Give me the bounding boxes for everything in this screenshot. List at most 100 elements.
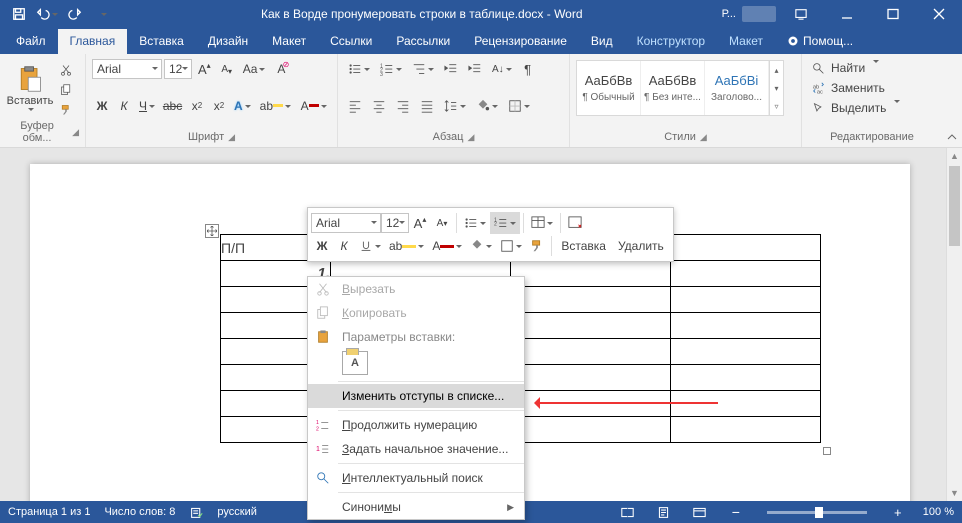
mini-format-painter-icon[interactable] <box>526 235 548 257</box>
zoom-out-button[interactable]: − <box>725 503 747 521</box>
mini-shrink-font-icon[interactable]: A▾ <box>431 212 453 234</box>
shading-icon[interactable] <box>472 96 502 116</box>
mini-highlight-icon[interactable]: ab <box>385 235 428 257</box>
styles-more-icon[interactable]: ▴▾▿ <box>769 61 783 115</box>
tab-insert[interactable]: Вставка <box>127 29 196 54</box>
mini-bold[interactable]: Ж <box>311 235 333 257</box>
status-language[interactable]: русский <box>217 506 256 518</box>
tab-layout[interactable]: Макет <box>260 29 318 54</box>
scroll-up-icon[interactable]: ▲ <box>947 148 962 164</box>
ctx-synonyms[interactable]: Синонимы ▶ <box>308 495 524 519</box>
status-page[interactable]: Страница 1 из 1 <box>8 506 90 518</box>
zoom-slider[interactable] <box>767 511 867 514</box>
zoom-in-button[interactable]: + <box>887 503 909 521</box>
find-button[interactable]: Найти <box>808 58 936 78</box>
table-resize-handle[interactable] <box>823 447 831 455</box>
qat-customize-icon[interactable] <box>90 2 116 26</box>
mini-borders-icon[interactable] <box>496 235 526 257</box>
indent-icon[interactable] <box>464 59 486 79</box>
outdent-icon[interactable] <box>440 59 462 79</box>
tab-table-layout[interactable]: Макет <box>717 29 775 54</box>
tab-view[interactable]: Вид <box>579 29 625 54</box>
undo-icon[interactable] <box>34 2 60 26</box>
scroll-thumb[interactable] <box>949 166 960 246</box>
borders-icon[interactable] <box>504 96 534 116</box>
font-name-combo[interactable]: Arial <box>92 59 162 79</box>
align-right-icon[interactable] <box>392 96 414 116</box>
ctx-copy[interactable]: Копировать <box>308 301 524 325</box>
font-dialog-icon[interactable]: ◢ <box>228 132 235 143</box>
zoom-level[interactable]: 100 % <box>923 506 954 518</box>
tell-me[interactable]: Помощ... <box>775 29 865 54</box>
tab-references[interactable]: Ссылки <box>318 29 384 54</box>
ctx-smart-lookup[interactable]: Интеллектуальный поиск <box>308 466 524 490</box>
mini-underline-icon[interactable] <box>355 235 385 257</box>
mini-numbering-icon[interactable]: 12 <box>490 212 520 234</box>
spellcheck-icon[interactable] <box>189 506 203 519</box>
mini-delete-label[interactable]: Удалить <box>612 239 670 253</box>
tab-mailings[interactable]: Рассылки <box>384 29 462 54</box>
mini-insert-label[interactable]: Вставка <box>555 239 612 253</box>
vertical-scrollbar[interactable]: ▲ ▼ <box>946 148 962 501</box>
mini-bullets-icon[interactable] <box>460 212 490 234</box>
ribbon-options-icon[interactable] <box>778 0 824 28</box>
tab-file[interactable]: Файл <box>0 29 58 54</box>
font-color-icon[interactable]: A <box>297 96 331 116</box>
justify-icon[interactable] <box>416 96 438 116</box>
tab-review[interactable]: Рецензирование <box>462 29 579 54</box>
scroll-down-icon[interactable]: ▼ <box>947 485 962 501</box>
format-painter-icon[interactable] <box>56 101 76 119</box>
numbering-icon[interactable]: 123 <box>376 59 406 79</box>
tab-home[interactable]: Главная <box>58 29 128 54</box>
bullets-icon[interactable] <box>344 59 374 79</box>
account-pill[interactable] <box>742 6 776 22</box>
ctx-set-value[interactable]: 1 Задать начальное значение... <box>308 437 524 461</box>
ctx-continue-numbering[interactable]: 12 Продолжить нумерацию <box>308 413 524 437</box>
style-heading1[interactable]: АаБбВіЗаголово... <box>705 61 769 115</box>
style-nospacing[interactable]: АаБбВв¶ Без инте... <box>641 61 705 115</box>
maximize-icon[interactable] <box>870 0 916 28</box>
shrink-font-icon[interactable]: A▾ <box>217 59 237 79</box>
styles-gallery[interactable]: АаБбВв¶ Обычный АаБбВв¶ Без инте... АаБб… <box>576 60 784 116</box>
ctx-adjust-indents[interactable]: Изменить отступы в списке... <box>308 384 524 408</box>
text-effects-icon[interactable]: A <box>231 96 254 116</box>
mini-grow-font-icon[interactable]: A▴ <box>409 212 431 234</box>
copy-icon[interactable] <box>56 81 76 99</box>
clipboard-dialog-icon[interactable]: ◢ <box>72 127 79 138</box>
cut-icon[interactable] <box>56 61 76 79</box>
ctx-cut[interactable]: Вырезать <box>308 277 524 301</box>
align-center-icon[interactable] <box>368 96 390 116</box>
replace-button[interactable]: abacЗаменить <box>808 78 936 98</box>
account-name[interactable]: Р... <box>722 8 736 20</box>
paste-option-text-only[interactable]: A <box>342 351 368 375</box>
close-icon[interactable] <box>916 0 962 28</box>
table-move-handle[interactable] <box>205 224 219 238</box>
mini-italic[interactable]: К <box>333 235 355 257</box>
align-left-icon[interactable] <box>344 96 366 116</box>
status-words[interactable]: Число слов: 8 <box>104 506 175 518</box>
multilevel-icon[interactable] <box>408 59 438 79</box>
clear-formatting-icon[interactable]: A⊘ <box>271 59 291 79</box>
paste-button[interactable]: Вставить <box>6 63 54 115</box>
redo-icon[interactable] <box>62 2 88 26</box>
tab-table-design[interactable]: Конструктор <box>625 29 717 54</box>
web-layout-icon[interactable] <box>689 503 711 521</box>
minimize-icon[interactable] <box>824 0 870 28</box>
collapse-ribbon-icon[interactable] <box>942 54 962 147</box>
subscript-button[interactable]: x2 <box>187 96 207 116</box>
style-normal[interactable]: АаБбВв¶ Обычный <box>577 61 641 115</box>
superscript-button[interactable]: x2 <box>209 96 229 116</box>
styles-dialog-icon[interactable]: ◢ <box>700 132 707 143</box>
font-size-combo[interactable]: 12 <box>164 59 192 79</box>
mini-font-name[interactable]: Arial <box>311 213 381 233</box>
mini-table-delete-icon[interactable] <box>564 212 586 234</box>
tab-design[interactable]: Дизайн <box>196 29 260 54</box>
strike-button[interactable]: abc <box>160 96 185 116</box>
mini-shading-icon[interactable] <box>466 235 496 257</box>
save-icon[interactable] <box>6 2 32 26</box>
paragraph-dialog-icon[interactable]: ◢ <box>467 132 474 143</box>
bold-button[interactable]: Ж <box>92 96 112 116</box>
mini-table-insert-icon[interactable] <box>527 212 557 234</box>
grow-font-icon[interactable]: A▴ <box>194 59 215 79</box>
print-layout-icon[interactable] <box>653 503 675 521</box>
